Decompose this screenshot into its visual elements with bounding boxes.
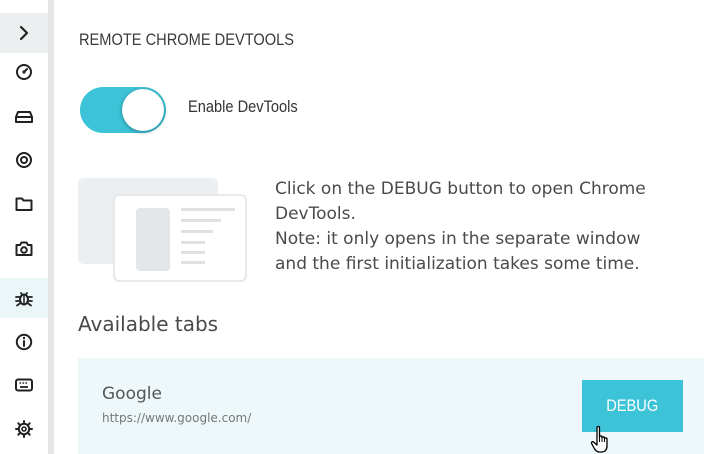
debug-button-label: DEBUG — [606, 396, 659, 415]
sidebar-item-settings[interactable] — [0, 409, 48, 449]
description-line: DevTools. — [275, 204, 356, 224]
info-icon — [15, 333, 33, 351]
tab-name: Google — [102, 384, 162, 404]
page-title: REMOTE CHROME DEVTOOLS — [79, 30, 294, 49]
location-target-icon — [16, 152, 32, 168]
devtools-illustration — [78, 178, 247, 282]
sidebar-expand-button[interactable] — [0, 13, 48, 53]
toggle-knob — [122, 89, 164, 131]
settings-gear-icon — [15, 420, 33, 438]
description-line: and the first initialization takes some … — [275, 254, 640, 274]
folder-icon — [15, 197, 33, 211]
tab-url: https://www.google.com/ — [102, 411, 252, 425]
storage-drive-icon — [15, 111, 33, 123]
description-line: Note: it only opens in the separate wind… — [275, 229, 641, 249]
enable-devtools-label: Enable DevTools — [188, 97, 298, 116]
chevron-right-icon — [19, 25, 29, 41]
enable-devtools-toggle[interactable] — [80, 87, 166, 133]
sidebar-item-location[interactable] — [0, 140, 48, 180]
sidebar-item-devtools[interactable] — [0, 278, 48, 318]
sidebar-item-performance[interactable] — [0, 52, 48, 92]
keyboard-icon — [15, 378, 33, 392]
camera-icon — [15, 241, 33, 256]
sidebar-item-files[interactable] — [0, 184, 48, 224]
available-tabs-heading: Available tabs — [78, 312, 219, 336]
sidebar-item-camera[interactable] — [0, 228, 48, 268]
sidebar-item-keyboard[interactable] — [0, 365, 48, 405]
speedometer-icon — [16, 64, 32, 80]
sidebar-divider — [48, 0, 54, 454]
sidebar-item-storage[interactable] — [0, 97, 48, 137]
sidebar-item-info[interactable] — [0, 322, 48, 362]
devtools-description: Click on the DEBUG button to open Chrome… — [275, 177, 715, 277]
hand-pointer-cursor-icon — [590, 425, 608, 453]
description-line: Click on the DEBUG button to open Chrome — [275, 179, 646, 199]
bug-icon — [15, 292, 33, 307]
sidebar — [0, 0, 48, 454]
